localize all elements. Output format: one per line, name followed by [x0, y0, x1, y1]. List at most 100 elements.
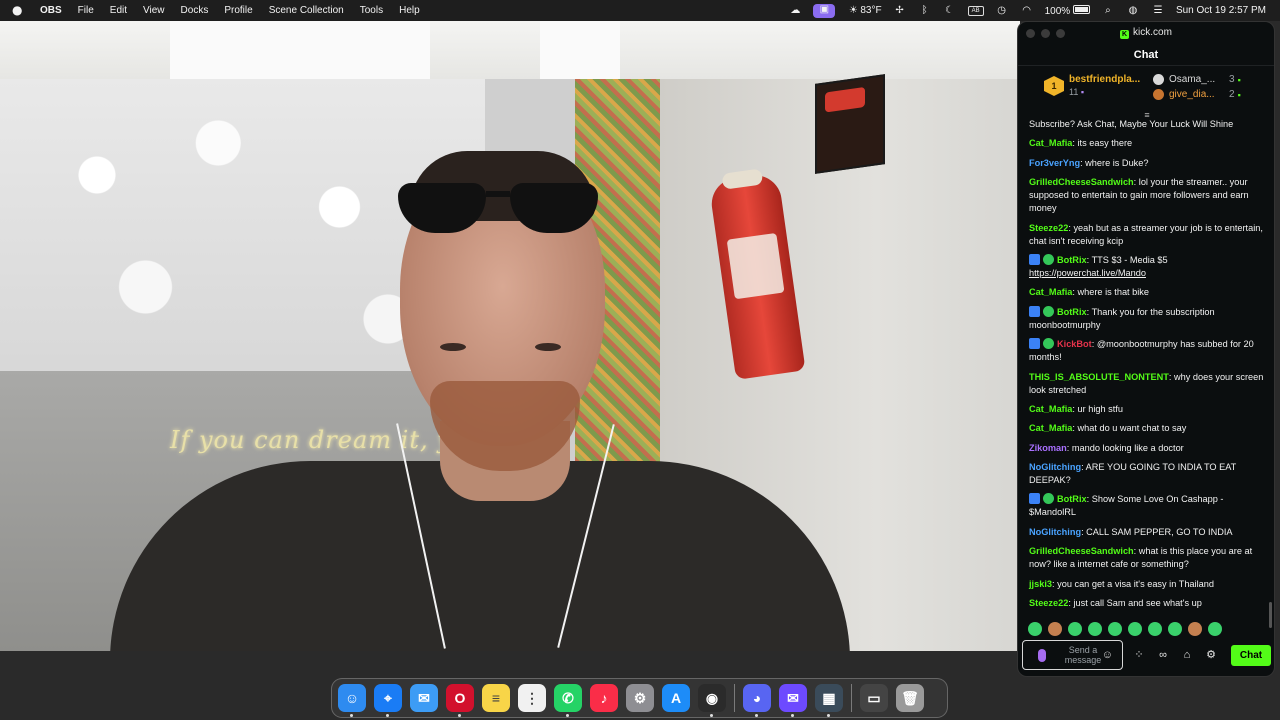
emote-icon[interactable]	[1108, 622, 1122, 636]
emote-icon[interactable]	[1068, 622, 1082, 636]
message-input[interactable]: Send a message ☺	[1022, 640, 1123, 670]
emoji-picker-icon[interactable]: ☺	[1102, 650, 1113, 661]
verified-badge-icon	[1043, 253, 1054, 265]
leaderboard-top-name[interactable]: bestfriendpla...	[1069, 74, 1149, 85]
dock-app-app-store[interactable]: A	[662, 684, 690, 712]
send-chat-button[interactable]: Chat	[1231, 644, 1271, 666]
chat-link[interactable]: https://powerchat.live/Mando	[1029, 268, 1146, 278]
screen-recording-icon[interactable]: ▣	[813, 3, 836, 18]
app-menu-name[interactable]: OBS	[40, 5, 62, 16]
bluetooth-icon[interactable]: ᛒ	[918, 5, 932, 17]
trash-icon: 🗑	[901, 690, 919, 706]
gear-icon[interactable]: ⚙	[1201, 645, 1221, 665]
chat-username[interactable]: NoGlitching	[1029, 527, 1081, 537]
dock-app-finder[interactable]: ☺	[338, 684, 366, 717]
dock-app-proton-mail[interactable]: ✉	[779, 684, 807, 717]
extinguisher-label	[726, 232, 785, 300]
emote-icon[interactable]	[1128, 622, 1142, 636]
emote-icon[interactable]	[1188, 622, 1202, 636]
chat-username[interactable]: Zikoman	[1029, 443, 1067, 453]
cloud-sync-icon[interactable]: ☁	[788, 5, 802, 17]
whatsapp-icon: ✆	[562, 690, 574, 706]
dock-app-photos-grid[interactable]: ▦	[815, 684, 843, 717]
menu-scene-collection[interactable]: Scene Collection	[269, 5, 344, 16]
microphone-icon[interactable]	[1038, 649, 1046, 662]
infinity-icon[interactable]: ∞	[1153, 645, 1173, 665]
emote-icon[interactable]	[1148, 622, 1162, 636]
time-machine-icon[interactable]: ◷	[995, 5, 1009, 17]
chat-message: Cat_Mafia: its easy there	[1029, 138, 1133, 149]
chat-message-text: where is that bike	[1077, 287, 1150, 298]
fan-icon[interactable]: ✢	[893, 5, 907, 17]
gift-icon: ▪	[1080, 87, 1085, 97]
finder-icon: ☺	[344, 690, 360, 706]
dock-app-music[interactable]: ♪	[590, 684, 618, 712]
dock-app-system-settings[interactable]: ⚙	[626, 684, 654, 712]
keyboard-input-icon[interactable]: AB	[967, 5, 984, 16]
emote-icon[interactable]	[1048, 622, 1062, 636]
control-center-icon[interactable]: ☰	[1151, 5, 1165, 17]
menu-view[interactable]: View	[143, 5, 165, 16]
menu-edit[interactable]: Edit	[110, 5, 127, 16]
emote-icon[interactable]	[1088, 622, 1102, 636]
battery-status[interactable]: 100%	[1045, 4, 1090, 17]
chat-settings-people-icon[interactable]: ⁘	[1129, 645, 1149, 665]
emote-icon[interactable]	[1028, 622, 1042, 636]
battery-icon	[1072, 4, 1090, 14]
spotlight-search-icon[interactable]: ⌕	[1101, 5, 1115, 17]
menu-profile[interactable]: Profile	[224, 5, 252, 16]
menu-bar: ● OBS File Edit View Docks Profile Scene…	[0, 0, 1280, 21]
dock-app-opera[interactable]: O	[446, 684, 474, 717]
rank-one-badge-icon: 1	[1044, 76, 1064, 96]
dock-app-whatsapp[interactable]: ✆	[554, 684, 582, 717]
chat-username[interactable]: KickBot	[1057, 339, 1092, 349]
chat-scrollbar[interactable]	[1269, 602, 1272, 628]
menu-tools[interactable]: Tools	[360, 5, 383, 16]
chat-username[interactable]: For3verYng	[1029, 158, 1080, 168]
chat-username[interactable]: Cat_Mafia	[1029, 404, 1072, 414]
sunglasses-lens	[398, 183, 486, 233]
siri-icon[interactable]: ◍	[1126, 5, 1140, 17]
discord-icon: ◕	[752, 690, 762, 706]
chat-username[interactable]: Cat_Mafia	[1029, 423, 1072, 433]
menu-bar-clock[interactable]: Sun Oct 19 2:57 PM	[1176, 5, 1266, 16]
running-indicator	[791, 714, 794, 717]
chat-username[interactable]: THIS_IS_ABSOLUTE_NONTENT	[1029, 372, 1169, 382]
chat-username[interactable]: Cat_Mafia	[1029, 138, 1072, 148]
menu-docks[interactable]: Docks	[181, 5, 209, 16]
dock-app-discord[interactable]: ◕	[743, 684, 771, 717]
store-icon[interactable]: ⌂	[1177, 645, 1197, 665]
dock-app-safari[interactable]: ⌖	[374, 684, 402, 717]
chat-username[interactable]: BotRix	[1057, 307, 1087, 317]
dock-app-trash[interactable]: 🗑	[896, 684, 924, 712]
chat-username[interactable]: Cat_Mafia	[1029, 287, 1072, 297]
dock-app-notes[interactable]: ≡	[482, 684, 510, 712]
chat-username[interactable]: GrilledCheeseSandwich	[1029, 177, 1134, 187]
apple-menu-icon[interactable]: ●	[12, 0, 26, 21]
chat-username[interactable]: GrilledCheeseSandwich	[1029, 546, 1134, 556]
weather-status[interactable]: ☀ 83°F	[846, 4, 882, 17]
dock-app-reminders[interactable]: ⋮	[518, 684, 546, 712]
chat-message-text: you can get a visa it's easy in Thailand	[1057, 578, 1214, 589]
chat-username[interactable]: BotRix	[1057, 255, 1087, 265]
focus-moon-icon[interactable]: ☾	[943, 5, 957, 17]
menu-file[interactable]: File	[78, 5, 94, 16]
weather-temp: 83°F	[860, 4, 882, 16]
chat-message: THIS_IS_ABSOLUTE_NONTENT: why does your …	[1029, 371, 1264, 395]
dock-app-mail[interactable]: ✉	[410, 684, 438, 712]
wifi-icon[interactable]: ◠	[1020, 5, 1034, 17]
chat-username[interactable]: jjski3	[1029, 579, 1052, 589]
chat-username[interactable]: BotRix	[1057, 494, 1087, 504]
menu-help[interactable]: Help	[399, 5, 420, 16]
chat-username[interactable]: NoGlitching	[1029, 462, 1081, 472]
window-titlebar[interactable]: Kkick.com	[1018, 22, 1274, 44]
photos-grid-icon: ▦	[822, 690, 836, 706]
emote-icon[interactable]	[1168, 622, 1182, 636]
dock-app-screenshot-thumb[interactable]: ▭	[860, 684, 888, 712]
chat-username[interactable]: Steeze22	[1029, 223, 1068, 233]
emote-icon[interactable]	[1208, 622, 1222, 636]
chat-username[interactable]: Steeze22	[1029, 598, 1068, 608]
dock-app-obs[interactable]: ◉	[698, 684, 726, 717]
leaderboard-row[interactable]: Osama_... 3 ▪	[1153, 74, 1268, 85]
leaderboard-row[interactable]: give_dia... 2 ▪	[1153, 89, 1268, 100]
